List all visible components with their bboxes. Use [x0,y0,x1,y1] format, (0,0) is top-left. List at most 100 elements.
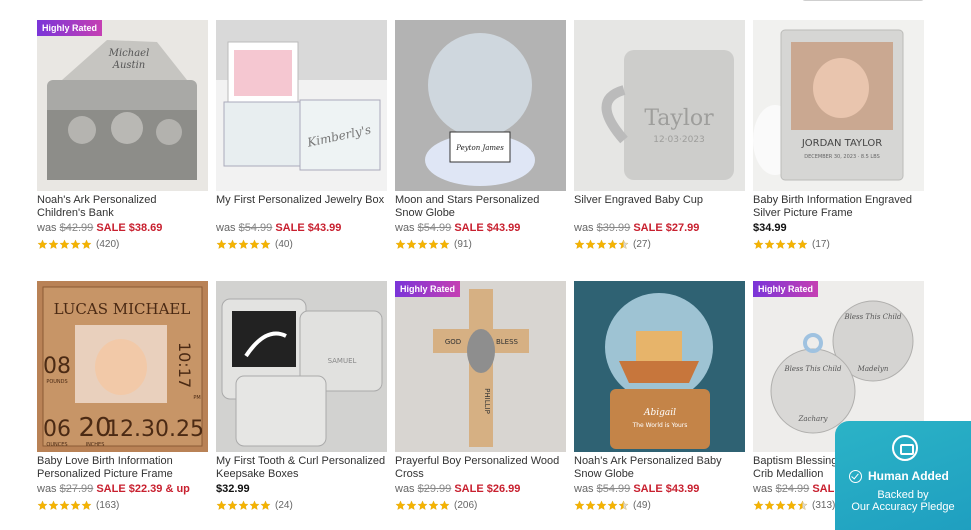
product-title[interactable]: Baby Love Birth Information Personalized… [37,455,208,481]
cross-name: PHILLIP [483,388,491,414]
product-photo: Kimberly's [216,20,387,191]
was-label: was [37,222,57,234]
cross-text: GOD [445,338,461,346]
product-card-baby-birth-information-engraved-silver-picture-frame[interactable]: JORDAN TAYLOR DECEMBER 30, 2023 · 8.5 LB… [753,20,924,250]
product-card-my-first-personalized-jewelry-box[interactable]: Kimberly's My First Personalized Jewelry… [216,20,387,250]
product-image[interactable]: Kimberly's [216,20,387,191]
star-icon [417,500,428,510]
medallion-name: Zachary [798,415,829,423]
review-count: (91) [454,238,472,250]
product-image[interactable]: LUCAS MICHAEL 08 POUNDS 06 OUNCES 20 INC… [37,281,208,452]
star-icon [48,500,59,510]
pledge-heading: Human Added [868,469,949,483]
product-image[interactable]: Taylor 12·03·2023 [574,20,745,191]
product-title[interactable]: Moon and Stars Personalized Snow Globe [395,194,566,220]
product-photo: GOD BLESS PHILLIP [395,281,566,452]
medallion-text: Bless This Child [784,365,843,373]
product-card-prayerful-boy-personalized-wood-cross[interactable]: GOD BLESS PHILLIP Highly Rated Prayerful… [395,281,566,511]
star-rating [37,500,92,511]
star-icon [618,239,629,249]
rating[interactable]: (163) [37,499,208,511]
frame-date: 12.30.25 [106,417,204,442]
frame-weight: 08 [43,354,71,379]
product-title[interactable]: Noah's Ark Personalized Baby Snow Globe [574,455,745,481]
highly-rated-badge: Highly Rated [753,281,819,297]
star-icon [428,500,439,510]
product-card-baby-love-birth-information-personalized-picture-frame[interactable]: LUCAS MICHAEL 08 POUNDS 06 OUNCES 20 INC… [37,281,208,511]
product-title[interactable]: Noah's Ark Personalized Children's Bank [37,194,208,220]
review-count: (206) [454,499,478,511]
accuracy-pledge-widget[interactable]: Human Added Backed by Our Accuracy Pledg… [835,421,971,530]
product-image[interactable]: Michael Austin Highly Rated [37,20,208,191]
star-icon [607,239,618,249]
engraved-name: Taylor [644,106,714,131]
product-card-my-first-tooth-curl-personalized-keepsake-boxes[interactable]: SAMUEL My First Tooth & Curl Personalize… [216,281,387,511]
star-icon [37,239,48,249]
star-icon [797,500,808,510]
star-icon [81,239,92,249]
sort-dropdown[interactable] [802,0,924,1]
sale-price: SALE $27.99 [633,222,700,234]
price-line: was $27.99 SALE $22.39 & up [37,482,208,496]
star-icon [81,500,92,510]
star-icon [797,239,808,249]
rating[interactable]: (27) [574,238,745,250]
product-image[interactable]: JORDAN TAYLOR DECEMBER 30, 2023 · 8.5 LB… [753,20,924,191]
product-photo: Peyton James [395,20,566,191]
sale-price: SALE $38.69 [96,222,163,234]
star-rating [574,500,629,511]
pledge-line-2: Our Accuracy Pledge [851,501,955,513]
review-count: (49) [633,499,651,511]
rating[interactable]: (17) [753,238,924,250]
rating[interactable]: (24) [216,499,387,511]
product-card-noah-s-ark-personalized-children-s-bank[interactable]: Michael Austin Highly Rated Noah's Ark P… [37,20,208,250]
star-icon [439,239,450,249]
rating[interactable]: (206) [395,499,566,511]
medallion-name: Madelyn [857,365,889,373]
star-icon [406,500,417,510]
rating[interactable]: (40) [216,238,387,250]
star-rating [753,500,808,511]
product-title[interactable]: Baby Birth Information Engraved Silver P… [753,194,924,220]
engraved-name: JORDAN TAYLOR [801,138,882,149]
frame-label: OUNCES [46,442,67,448]
product-photo: Abigail The World is Yours [574,281,745,452]
star-icon [227,239,238,249]
was-label: was [574,483,594,495]
star-icon [37,500,48,510]
rating[interactable]: (91) [395,238,566,250]
frame-label: PM [193,395,200,401]
rating[interactable]: (420) [37,238,208,250]
product-card-moon-and-stars-personalized-snow-globe[interactable]: Peyton James Moon and Stars Personalized… [395,20,566,250]
price-line: $34.99 [753,221,924,235]
product-image[interactable]: Abigail The World is Yours [574,281,745,452]
star-rating [574,239,629,250]
engraved-details: DECEMBER 30, 2023 · 8.5 LBS [804,154,880,160]
price-line: was $42.99 SALE $38.69 [37,221,208,235]
product-image[interactable]: GOD BLESS PHILLIP Highly Rated [395,281,566,452]
product-title[interactable]: Silver Engraved Baby Cup [574,194,745,220]
globe-name: Abigail [643,408,676,418]
star-icon [753,239,764,249]
price-line: was $29.99 SALE $26.99 [395,482,566,496]
star-icon [786,239,797,249]
star-rating [753,239,808,250]
star-icon [574,239,585,249]
product-title[interactable]: Prayerful Boy Personalized Wood Cross [395,455,566,481]
star-icon [216,500,227,510]
star-icon [249,500,260,510]
product-card-silver-engraved-baby-cup[interactable]: Taylor 12·03·2023 Silver Engraved Baby C… [574,20,745,250]
product-card-noah-s-ark-personalized-baby-snow-globe[interactable]: Abigail The World is Yours Noah's Ark Pe… [574,281,745,511]
product-image[interactable]: SAMUEL [216,281,387,452]
price-line: was $54.99 SALE $43.99 [216,221,387,235]
price-line: was $54.99 SALE $43.99 [395,221,566,235]
star-icon [585,500,596,510]
was-label: was [753,483,773,495]
star-icon [260,500,271,510]
star-icon [775,500,786,510]
product-image[interactable]: Peyton James [395,20,566,191]
rating[interactable]: (49) [574,499,745,511]
product-photo: Taylor 12·03·2023 [574,20,745,191]
product-title[interactable]: My First Tooth & Curl Personalized Keeps… [216,455,387,481]
product-title[interactable]: My First Personalized Jewelry Box [216,194,387,220]
